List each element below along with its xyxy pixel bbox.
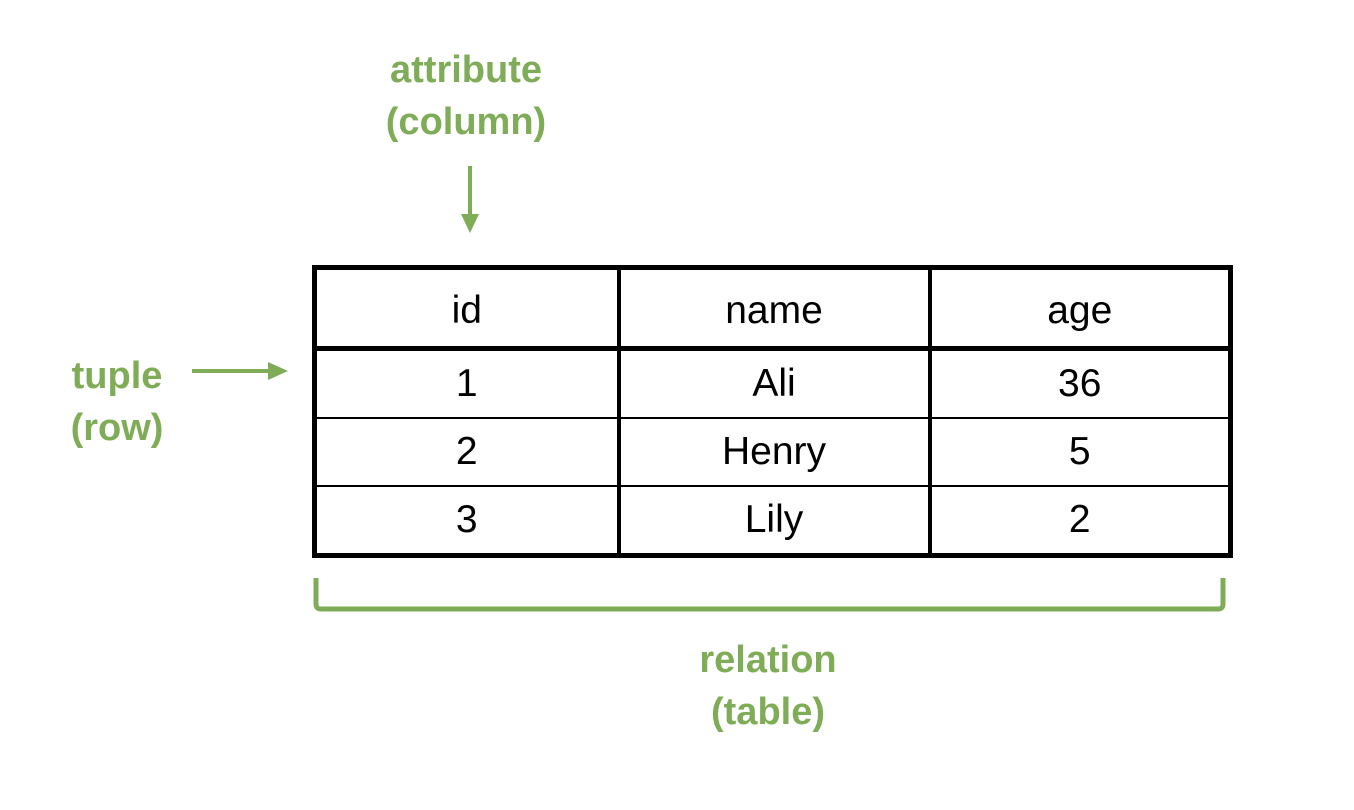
cell-id: 1: [314, 348, 621, 418]
cell-name: Ali: [618, 348, 932, 418]
table-row: 2 Henry 5: [314, 417, 1231, 486]
cell-id: 2: [314, 417, 621, 486]
header-row: id name age: [314, 267, 1231, 351]
relation-bracket: [313, 578, 1226, 612]
cell-name: Henry: [618, 417, 932, 486]
cell-name: Lily: [618, 485, 932, 556]
cell-id: 3: [314, 485, 621, 556]
down-arrow-icon: [461, 166, 479, 233]
column-header-age: age: [929, 267, 1231, 351]
relation-table: id name age 1 Ali 36 2 Henry 5 3 Lily 2: [312, 265, 1233, 558]
cell-age: 5: [929, 417, 1231, 486]
right-arrow-icon: [192, 362, 288, 380]
column-header-name: name: [618, 267, 932, 351]
column-header-id: id: [314, 267, 621, 351]
table-row: 1 Ali 36: [314, 348, 1231, 418]
cell-age: 2: [929, 485, 1231, 556]
table-row: 3 Lily 2: [314, 485, 1231, 556]
cell-age: 36: [1058, 362, 1102, 405]
